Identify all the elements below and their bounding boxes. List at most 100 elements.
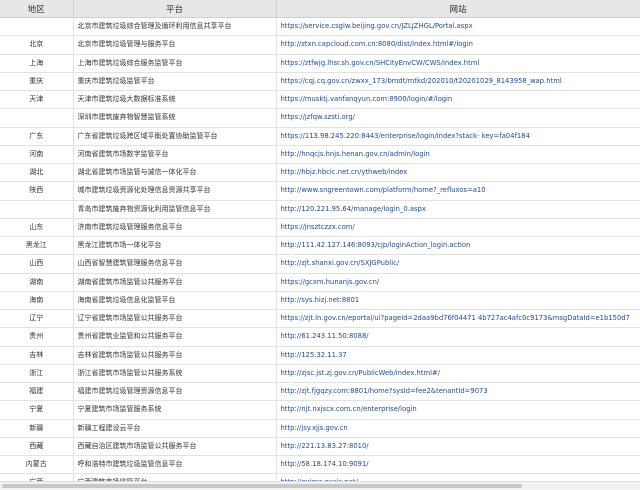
platform-url-link[interactable]: http://www.sngreentown.com/platform/home… xyxy=(276,181,640,201)
table-row: 上海 上海市建筑垃圾综合服务监管平台 https://ztfwjg.lhsr.sh.… xyxy=(0,54,640,73)
platform-name-cell: 山西省智慧建筑管理服务信息平台 xyxy=(73,254,277,274)
table-row: 山东 济南市建筑垃圾管理服务信息平台 https://jnsztczzx.com/ xyxy=(0,218,640,238)
region-cell: 重庆 xyxy=(0,72,74,92)
table-header-row: 地区 平台 网站 xyxy=(0,0,640,18)
platform-name-cell: 北京市建筑垃圾综合管理及循环利用信息共享平台 xyxy=(73,17,277,37)
platform-name-cell: 宁夏建筑市场监管服务系统 xyxy=(73,400,277,420)
region-cell: 贵州 xyxy=(0,327,74,347)
platform-name-cell: 天津市建筑垃圾大数据标准系统 xyxy=(73,90,277,110)
platform-url-link[interactable]: http://gxjzsc.gxcic.net/ xyxy=(276,473,640,481)
platform-name-cell: 广西建筑市场监管平台 xyxy=(73,473,277,481)
table-row: 黑龙江 黑龙江建筑市场一体化平台 http://111.42.127.146:809… xyxy=(0,236,640,256)
region-cell: 海南 xyxy=(0,291,74,311)
platform-name-cell: 湖北省建筑市场监管与诚信一体化平台 xyxy=(73,163,277,183)
platform-name-cell: 呼和浩特市建筑垃圾监管信息平台 xyxy=(73,455,277,475)
table-row: 内蒙古 呼和浩特市建筑垃圾监管信息平台 http://58.18.174.10:90… xyxy=(0,455,640,475)
platform-url-link[interactable]: http://125.32.11.37 xyxy=(276,346,640,365)
region-cell: 吉林 xyxy=(0,346,74,365)
region-cell xyxy=(0,108,74,128)
table-body: 北京市建筑垃圾综合管理及循环利用信息共享平台 https://service.cs… xyxy=(0,17,640,481)
platform-name-cell: 河南省建筑市场数字监管平台 xyxy=(73,145,277,165)
table-row: 重庆 重庆市建筑垃圾监管平台 https://cqj.cq.gov.cn/zwxx_… xyxy=(0,72,640,92)
platform-url-link[interactable]: http://sys.hizj.net:8801 xyxy=(276,291,640,311)
table-row: 湖北 湖北省建筑市场监管与诚信一体化平台 http://hbjz.hbcic.net… xyxy=(0,163,640,183)
platform-url-link[interactable]: https://113.98.245.220:8443/enterprise/l… xyxy=(276,127,640,146)
platform-url-link[interactable]: https://jzfqw.szsti.org/ xyxy=(276,108,640,128)
table-row: 深圳市建筑废弃物智慧监管系统 https://jzfqw.szsti.org/ xyxy=(0,108,640,128)
platform-url-link[interactable]: http://jsy.xjjs.gov.cn xyxy=(276,419,640,438)
table-row: 广东 广东省建筑垃圾跨区域平衡处置协助监管平台 https://113.98.245… xyxy=(0,127,640,146)
platform-url-link[interactable]: https://jnsztczzx.com/ xyxy=(276,218,640,238)
table-row: 福建 福建市建筑垃圾管理资源信息平台 http://zjt.fjgqzy.com:8… xyxy=(0,382,640,402)
platform-url-link[interactable]: http://zjt.fjgqzy.com:8801/home?sysId=fe… xyxy=(276,382,640,402)
platform-name-cell: 吉林省建筑市场监管公共服务平台 xyxy=(73,346,277,365)
region-cell: 陕西 xyxy=(0,181,74,201)
region-cell: 福建 xyxy=(0,382,74,402)
platform-url-link[interactable]: http://61.243.11.50:8088/ xyxy=(276,327,640,347)
platform-url-link[interactable]: http://zjt.shanxi.gov.cn/SXJGPublic/ xyxy=(276,254,640,274)
platform-name-cell: 西藏自治区建筑市场监管公共服务平台 xyxy=(73,437,277,457)
region-cell: 上海 xyxy=(0,54,74,73)
platform-url-link[interactable]: http://zjsc.jst.zj.gov.cn/PublicWeb/inde… xyxy=(276,364,640,384)
region-cell: 山西 xyxy=(0,254,74,274)
table-row: 天津 天津市建筑垃圾大数据标准系统 https://musktj.vanfanqyu… xyxy=(0,90,640,110)
region-cell: 湖南 xyxy=(0,273,74,292)
platform-name-cell: 济南市建筑垃圾管理服务信息平台 xyxy=(73,218,277,238)
table-row: 湖南 湖南省建筑市场监管公共服务平台 https://gcxm.hunanjs.go… xyxy=(0,273,640,292)
table-row: 广西广西建筑市场监管平台http://gxjzsc.gxcic.net/ xyxy=(0,473,640,481)
platform-name-cell: 深圳市建筑废弃物智慧监管系统 xyxy=(73,108,277,128)
platform-url-link[interactable]: http://hbjz.hbcic.net.cn/ythweb/index xyxy=(276,163,640,183)
region-cell: 浙江 xyxy=(0,364,74,384)
platform-name-cell: 浙江省建筑市场监管公共服务系统 xyxy=(73,364,277,384)
platform-name-cell: 湖南省建筑市场监管公共服务平台 xyxy=(73,273,277,292)
platform-name-cell: 辽宁省建筑市场监管公共服务平台 xyxy=(73,309,277,329)
table-row: 新疆 新疆工程建设云平台 http://jsy.xjjs.gov.cn xyxy=(0,419,640,438)
platform-url-link[interactable]: https://musktj.vanfanqyun.com:8900/login… xyxy=(276,90,640,110)
table-row: 贵州 贵州省建筑业监管和公共服务平台 http://61.243.11.50:808… xyxy=(0,327,640,347)
table-row: 北京市建筑垃圾综合管理及循环利用信息共享平台 https://service.cs… xyxy=(0,17,640,37)
platform-url-link[interactable]: https://service.csglw.beijing.gov.cn/JZL… xyxy=(276,17,640,37)
platform-url-link[interactable]: https://cqj.cq.gov.cn/zwxx_173/bmdt/mtkd… xyxy=(276,72,640,92)
platform-name-cell: 海南省建筑垃圾信息化监管平台 xyxy=(73,291,277,311)
platform-url-link[interactable]: http://58.18.174.10:9091/ xyxy=(276,455,640,475)
platform-url-link[interactable]: http://ztxn.capcloud.com.cn:8080/dist/in… xyxy=(276,35,640,55)
region-cell xyxy=(0,17,74,37)
platform-name-cell: 黑龙江建筑市场一体化平台 xyxy=(73,236,277,256)
platform-name-cell: 城市建筑垃圾资源化处理信息资源共享平台 xyxy=(73,181,277,201)
region-cell: 内蒙古 xyxy=(0,455,74,475)
platform-name-cell: 福建市建筑垃圾管理资源信息平台 xyxy=(73,382,277,402)
platform-url-link[interactable]: http://njt.nxjscx.com.cn/enterprise/logi… xyxy=(276,400,640,420)
region-cell: 新疆 xyxy=(0,419,74,438)
region-cell: 天津 xyxy=(0,90,74,110)
region-cell: 西藏 xyxy=(0,437,74,457)
platform-name-cell: 重庆市建筑垃圾监管平台 xyxy=(73,72,277,92)
region-cell: 广东 xyxy=(0,127,74,146)
region-cell: 湖北 xyxy=(0,163,74,183)
region-cell: 黑龙江 xyxy=(0,236,74,256)
platform-name-cell: 北京市建筑垃圾管理与服务平台 xyxy=(73,35,277,55)
platform-url-link[interactable]: http://221.13.83.27:8010/ xyxy=(276,437,640,457)
platform-name-cell: 贵州省建筑业监管和公共服务平台 xyxy=(73,327,277,347)
platform-table-container: 地区 平台 网站 北京市建筑垃圾综合管理及循环利用信息共享平台 https://s… xyxy=(0,0,640,481)
platform-url-link[interactable]: http://hnqcjs.hnjs.henan.gov.cn/admin/lo… xyxy=(276,145,640,165)
table-row: 吉林 吉林省建筑市场监管公共服务平台 http://125.32.11.37 xyxy=(0,346,640,365)
table-row: 辽宁 辽宁省建筑市场监管公共服务平台 https://zjt.ln.gov.cn/e… xyxy=(0,309,640,329)
region-cell: 北京 xyxy=(0,35,74,55)
platform-url-link[interactable]: http://111.42.127.146:8093/cjp/loginActi… xyxy=(276,236,640,256)
platform-url-link[interactable]: https://zjt.ln.gov.cn/eportal/ui?pageId=… xyxy=(276,309,640,329)
table-row: 西藏 西藏自治区建筑市场监管公共服务平台 http://221.13.83.27:8… xyxy=(0,437,640,457)
platform-url-link[interactable]: https://ztfwjg.lhsr.sh.gov.cn/SHCityEnvC… xyxy=(276,54,640,73)
platform-name-cell: 新疆工程建设云平台 xyxy=(73,419,277,438)
header-url: 网站 xyxy=(276,0,640,18)
table-row: 陕西 城市建筑垃圾资源化处理信息资源共享平台 http://www.sngreent… xyxy=(0,181,640,201)
table-row: 宁夏 宁夏建筑市场监管服务系统 http://njt.nxjscx.com.cn/e… xyxy=(0,400,640,420)
scrollbar-thumb[interactable] xyxy=(2,484,522,488)
region-cell: 河南 xyxy=(0,145,74,165)
platform-url-link[interactable]: https://gcxm.hunanjs.gov.cn/ xyxy=(276,273,640,292)
platform-name-cell: 上海市建筑垃圾综合服务监管平台 xyxy=(73,54,277,73)
platform-url-link[interactable]: http://120.221.95.64/manage/login_0.aspx xyxy=(276,200,640,219)
platform-table: 地区 平台 网站 北京市建筑垃圾综合管理及循环利用信息共享平台 https://s… xyxy=(0,0,640,481)
region-cell: 广西 xyxy=(0,473,74,481)
header-platform: 平台 xyxy=(73,0,277,18)
platform-name-cell: 青岛市建筑废弃物资源化利用监管信息平台 xyxy=(73,200,277,219)
